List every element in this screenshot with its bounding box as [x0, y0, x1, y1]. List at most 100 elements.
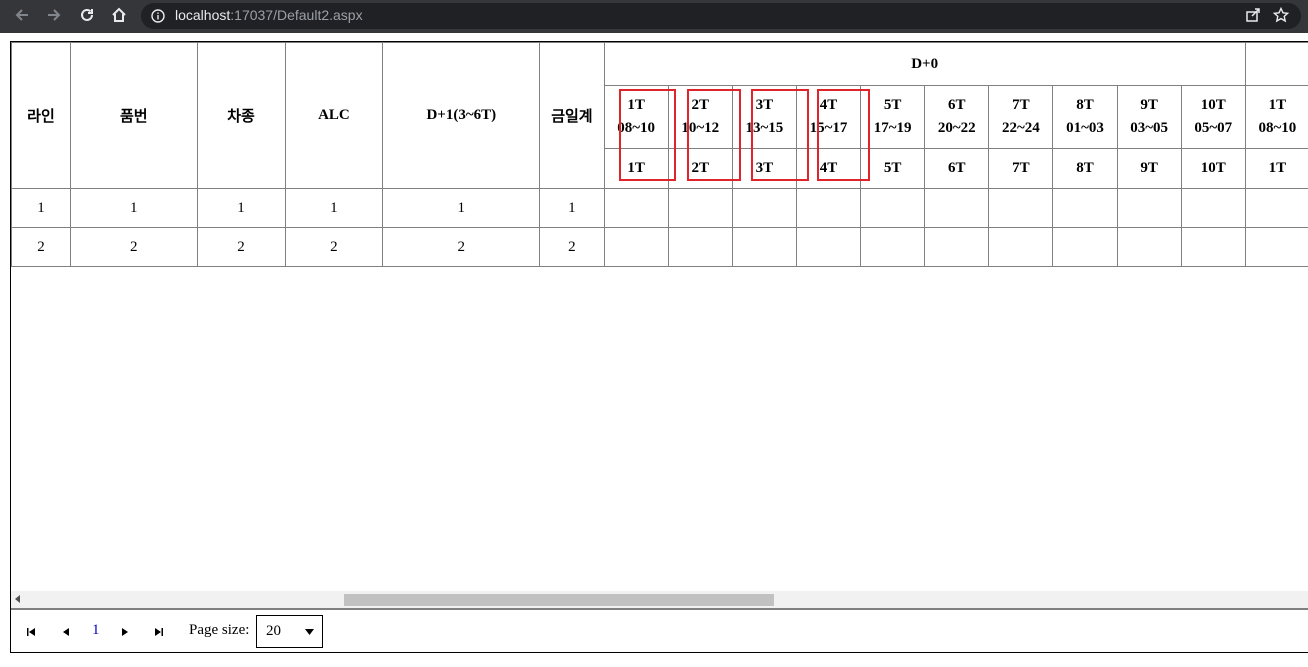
cell-slot[interactable] [667, 188, 733, 228]
cell-slot[interactable] [603, 188, 669, 228]
next-page-icon [122, 628, 128, 636]
cell-slot[interactable] [1180, 188, 1246, 228]
cell-car-type[interactable]: 1 [196, 188, 286, 228]
slot-code: 6T [947, 97, 966, 113]
header-slot-sub[interactable]: 6T [924, 148, 990, 189]
cell-slot[interactable] [860, 227, 926, 267]
cell-slot[interactable] [603, 227, 669, 267]
prev-page-button[interactable] [60, 626, 72, 638]
slot-code: 9T [1140, 97, 1158, 113]
cell-today-total[interactable]: 1 [539, 188, 605, 228]
highlight-box [687, 89, 741, 181]
header-car-type[interactable]: 차종 [196, 42, 286, 189]
prev-page-icon [63, 628, 69, 636]
cell-line[interactable]: 2 [11, 227, 71, 267]
info-icon[interactable] [151, 9, 165, 23]
share-icon[interactable] [1245, 7, 1261, 23]
home-icon [112, 7, 126, 22]
cell-slot[interactable] [1244, 188, 1308, 228]
cell-slot[interactable] [1116, 227, 1182, 267]
cell-part-no[interactable]: 2 [69, 227, 198, 267]
header-slot: 6T 20~22 [924, 85, 990, 149]
page-number-link[interactable]: 1 [92, 622, 100, 639]
highlight-box [751, 89, 809, 181]
first-page-icon [27, 628, 35, 636]
cell-d1[interactable]: 2 [382, 227, 541, 267]
header-slot: 10T 05~07 [1180, 85, 1246, 149]
slot-code: 1T [1268, 97, 1287, 113]
cell-slot[interactable] [795, 227, 862, 267]
cell-alc[interactable]: 2 [284, 227, 384, 267]
cell-slot[interactable] [1244, 227, 1308, 267]
header-slot-sub[interactable]: 5T [860, 148, 926, 189]
cell-car-type[interactable]: 2 [196, 227, 286, 267]
header-slot-sub[interactable]: 8T [1052, 148, 1118, 189]
header-slot: 9T 03~05 [1116, 85, 1182, 149]
table-row[interactable]: 222222 [11, 227, 1308, 267]
table-row[interactable]: 111111 [11, 188, 1308, 228]
back-icon [15, 9, 28, 21]
star-icon[interactable] [1273, 7, 1289, 23]
cell-line[interactable]: 1 [11, 188, 71, 228]
cell-slot[interactable] [988, 188, 1054, 228]
slot-range: 05~07 [1194, 120, 1233, 136]
cell-slot[interactable] [795, 188, 862, 228]
cell-slot[interactable] [1116, 188, 1182, 228]
horizontal-scrollbar[interactable] [11, 591, 1308, 608]
slot-code: 8T [1076, 97, 1094, 113]
header-alc[interactable]: ALC [284, 42, 384, 189]
slot-range: 20~22 [937, 120, 976, 136]
address-bar[interactable]: localhost:17037/Default2.aspx [141, 3, 1301, 29]
cell-slot[interactable] [924, 188, 990, 228]
browser-toolbar: localhost:17037/Default2.aspx [0, 0, 1308, 33]
reload-button[interactable] [71, 0, 103, 30]
reload-icon [81, 8, 93, 21]
last-page-icon [155, 628, 163, 636]
home-button[interactable] [103, 0, 135, 30]
highlight-box [619, 89, 676, 181]
header-slot-sub[interactable]: 1T [1244, 148, 1308, 189]
header-slot: 8T 01~03 [1052, 85, 1118, 149]
header-slot: 1T 08~10 [1244, 85, 1308, 149]
last-page-button[interactable] [153, 626, 165, 638]
cell-slot[interactable] [924, 227, 990, 267]
pager: 1 Page size: 20 [11, 610, 1308, 652]
scroll-left-icon[interactable] [15, 595, 21, 603]
header-part-no[interactable]: 품번 [69, 42, 198, 189]
page-size-select[interactable]: 20 [256, 615, 323, 648]
page-size-value: 20 [266, 623, 281, 639]
cell-slot[interactable] [860, 188, 926, 228]
url-text: localhost:17037/Default2.aspx [175, 7, 363, 23]
cell-today-total[interactable]: 2 [539, 227, 605, 267]
url-host: localhost [175, 7, 231, 23]
chevron-down-icon [305, 629, 314, 635]
cell-part-no[interactable]: 1 [69, 188, 198, 228]
first-page-button[interactable] [25, 626, 37, 638]
header-slot-sub[interactable]: 9T [1116, 148, 1182, 189]
header-slot-sub[interactable]: 10T [1180, 148, 1246, 189]
cell-alc[interactable]: 1 [284, 188, 384, 228]
scrollbar-thumb[interactable] [344, 594, 774, 606]
header-slot: 5T 17~19 [860, 85, 926, 149]
cell-slot[interactable] [1052, 188, 1118, 228]
header-today-total[interactable]: 금일계 [539, 42, 605, 189]
cell-d1[interactable]: 1 [382, 188, 541, 228]
header-d0-group: D+0 [603, 42, 1246, 86]
page-size-label: Page size: [189, 622, 250, 638]
slot-code: 7T [1012, 97, 1030, 113]
cell-slot[interactable] [731, 227, 797, 267]
header-line[interactable]: 라인 [11, 42, 71, 189]
cell-slot[interactable] [1052, 227, 1118, 267]
header-d1[interactable]: D+1(3~6T) [382, 42, 541, 189]
cell-slot[interactable] [667, 227, 733, 267]
next-page-button[interactable] [119, 626, 131, 638]
header-slot-sub[interactable]: 7T [988, 148, 1054, 189]
cell-slot[interactable] [988, 227, 1054, 267]
cell-slot[interactable] [1180, 227, 1246, 267]
header-d1-group-partial [1244, 42, 1308, 86]
cell-slot[interactable] [731, 188, 797, 228]
back-button[interactable] [6, 0, 38, 30]
forward-button[interactable] [38, 0, 70, 30]
highlight-box [817, 89, 870, 181]
url-path: :17037/Default2.aspx [230, 7, 363, 23]
